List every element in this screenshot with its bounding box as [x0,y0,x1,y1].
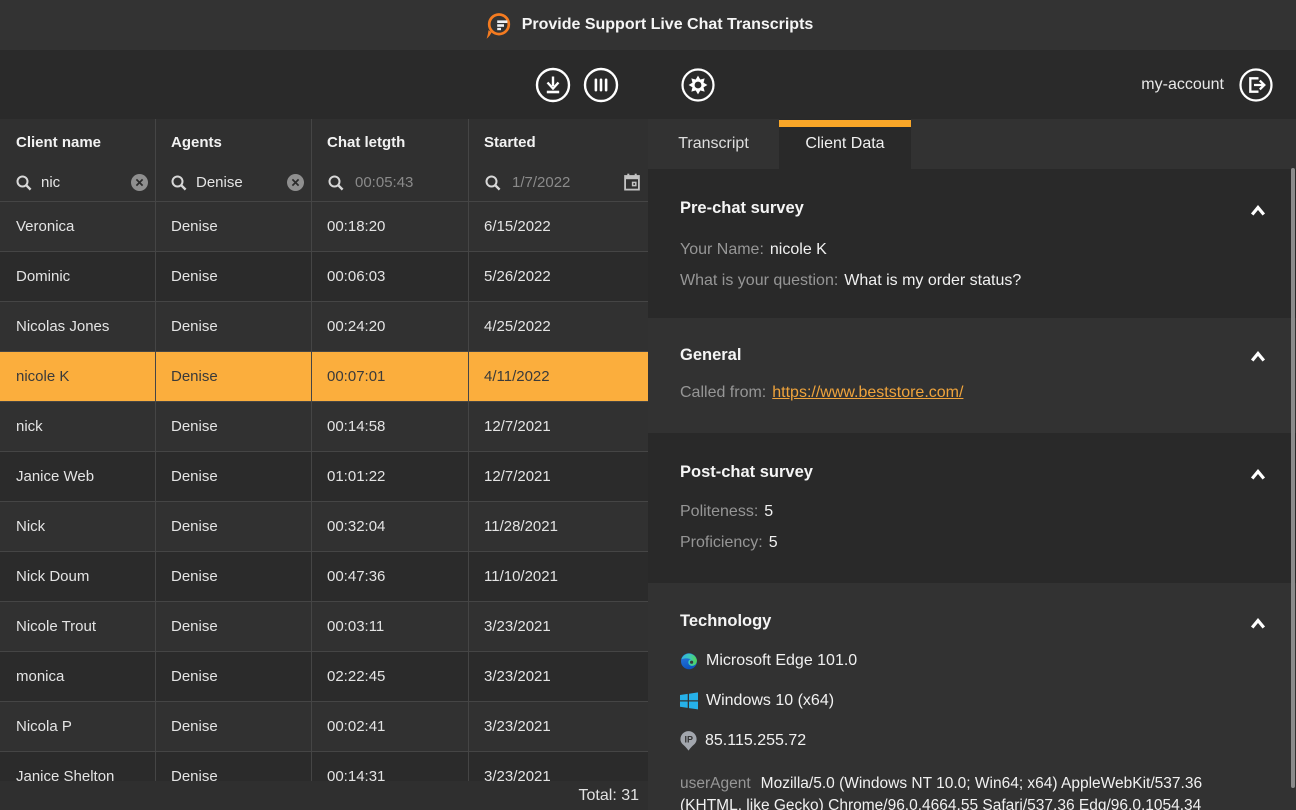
svg-text:IP: IP [684,734,693,744]
